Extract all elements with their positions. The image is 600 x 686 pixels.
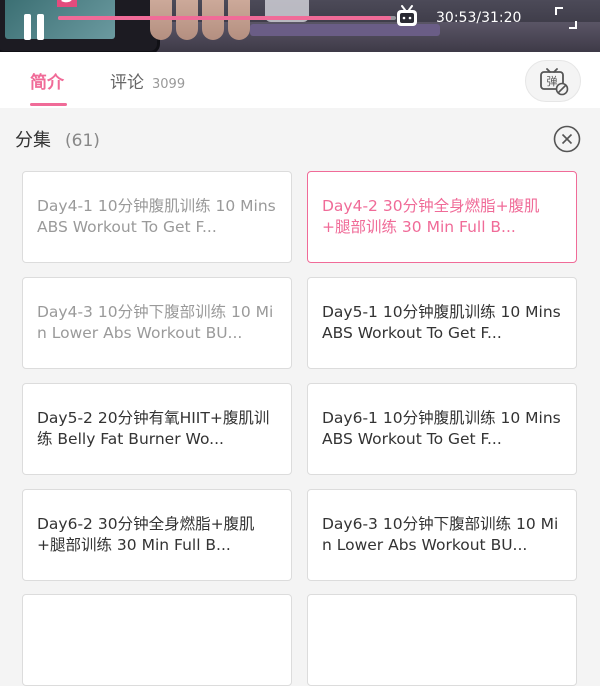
episode-card[interactable]: Day4-2 30分钟全身燃脂+腹肌+腿部训练 30 Min Full B... (307, 171, 577, 263)
episode-card[interactable] (307, 594, 577, 686)
tab-comments-label: 评论 (110, 73, 144, 93)
episode-card[interactable]: Day5-1 10分钟腹肌训练 10 Mins ABS Workout To G… (307, 277, 577, 369)
comments-count: 3099 (152, 77, 186, 92)
danmaku-label: 弹 (547, 74, 558, 88)
tab-active-indicator (30, 103, 67, 106)
thumbnail-badge: 5 (57, 0, 77, 7)
tab-intro-label: 简介 (30, 73, 64, 93)
close-icon[interactable] (553, 125, 581, 153)
episode-card[interactable]: Day5-2 20分钟有氧HIIT+腹肌训练 Belly Fat Burner … (22, 383, 292, 475)
tab-intro[interactable]: 简介 (30, 68, 64, 93)
tab-comments[interactable]: 评论 3099 (110, 68, 185, 93)
video-frame-hand (202, 0, 224, 40)
video-frame-hand (228, 0, 250, 40)
episode-title: Day5-1 10分钟腹肌训练 10 Mins ABS Workout To G… (322, 303, 561, 342)
video-player[interactable]: 5 30:53/31:20 (0, 0, 600, 52)
episode-title: Day5-2 20分钟有氧HIIT+腹肌训练 Belly Fat Burner … (37, 409, 270, 448)
video-frame-hand (176, 0, 198, 40)
episode-title: Day6-3 10分钟下腹部训练 10 Min Lower Abs Workou… (322, 515, 559, 554)
episode-title: Day4-2 30分钟全身燃脂+腹肌+腿部训练 30 Min Full B... (322, 197, 540, 236)
episode-title: Day6-1 10分钟腹肌训练 10 Mins ABS Workout To G… (322, 409, 561, 448)
episode-card[interactable]: Day4-3 10分钟下腹部训练 10 Min Lower Abs Workou… (22, 277, 292, 369)
fullscreen-icon[interactable] (555, 7, 577, 29)
tv-icon[interactable] (396, 5, 418, 27)
episode-title: Day4-1 10分钟腹肌训练 10 Mins ABS Workout To G… (37, 197, 276, 236)
episode-card[interactable]: Day4-1 10分钟腹肌训练 10 Mins ABS Workout To G… (22, 171, 292, 263)
tab-bar: 简介 评论 3099 弹 (0, 52, 600, 108)
danmaku-off-icon: 弹 (540, 68, 569, 96)
progress-fill (58, 16, 391, 20)
episode-card[interactable]: Day6-3 10分钟下腹部训练 10 Min Lower Abs Workou… (307, 489, 577, 581)
progress-bar[interactable] (58, 16, 396, 20)
danmaku-toggle-button[interactable]: 弹 (525, 60, 581, 102)
episodes-title: 分集 (15, 130, 51, 151)
episode-card[interactable]: Day6-1 10分钟腹肌训练 10 Mins ABS Workout To G… (307, 383, 577, 475)
episodes-header: 分集 (61) (15, 126, 100, 152)
episode-title: Day6-2 30分钟全身燃脂+腹肌+腿部训练 30 Min Full B... (37, 515, 255, 554)
episodes-count: (61) (65, 131, 100, 151)
playback-time: 30:53/31:20 (436, 10, 522, 26)
pause-icon[interactable] (22, 14, 46, 40)
episode-title: Day4-3 10分钟下腹部训练 10 Min Lower Abs Workou… (37, 303, 274, 342)
episode-card[interactable] (22, 594, 292, 686)
video-frame-hand (150, 0, 172, 40)
episode-card[interactable]: Day6-2 30分钟全身燃脂+腹肌+腿部训练 30 Min Full B... (22, 489, 292, 581)
